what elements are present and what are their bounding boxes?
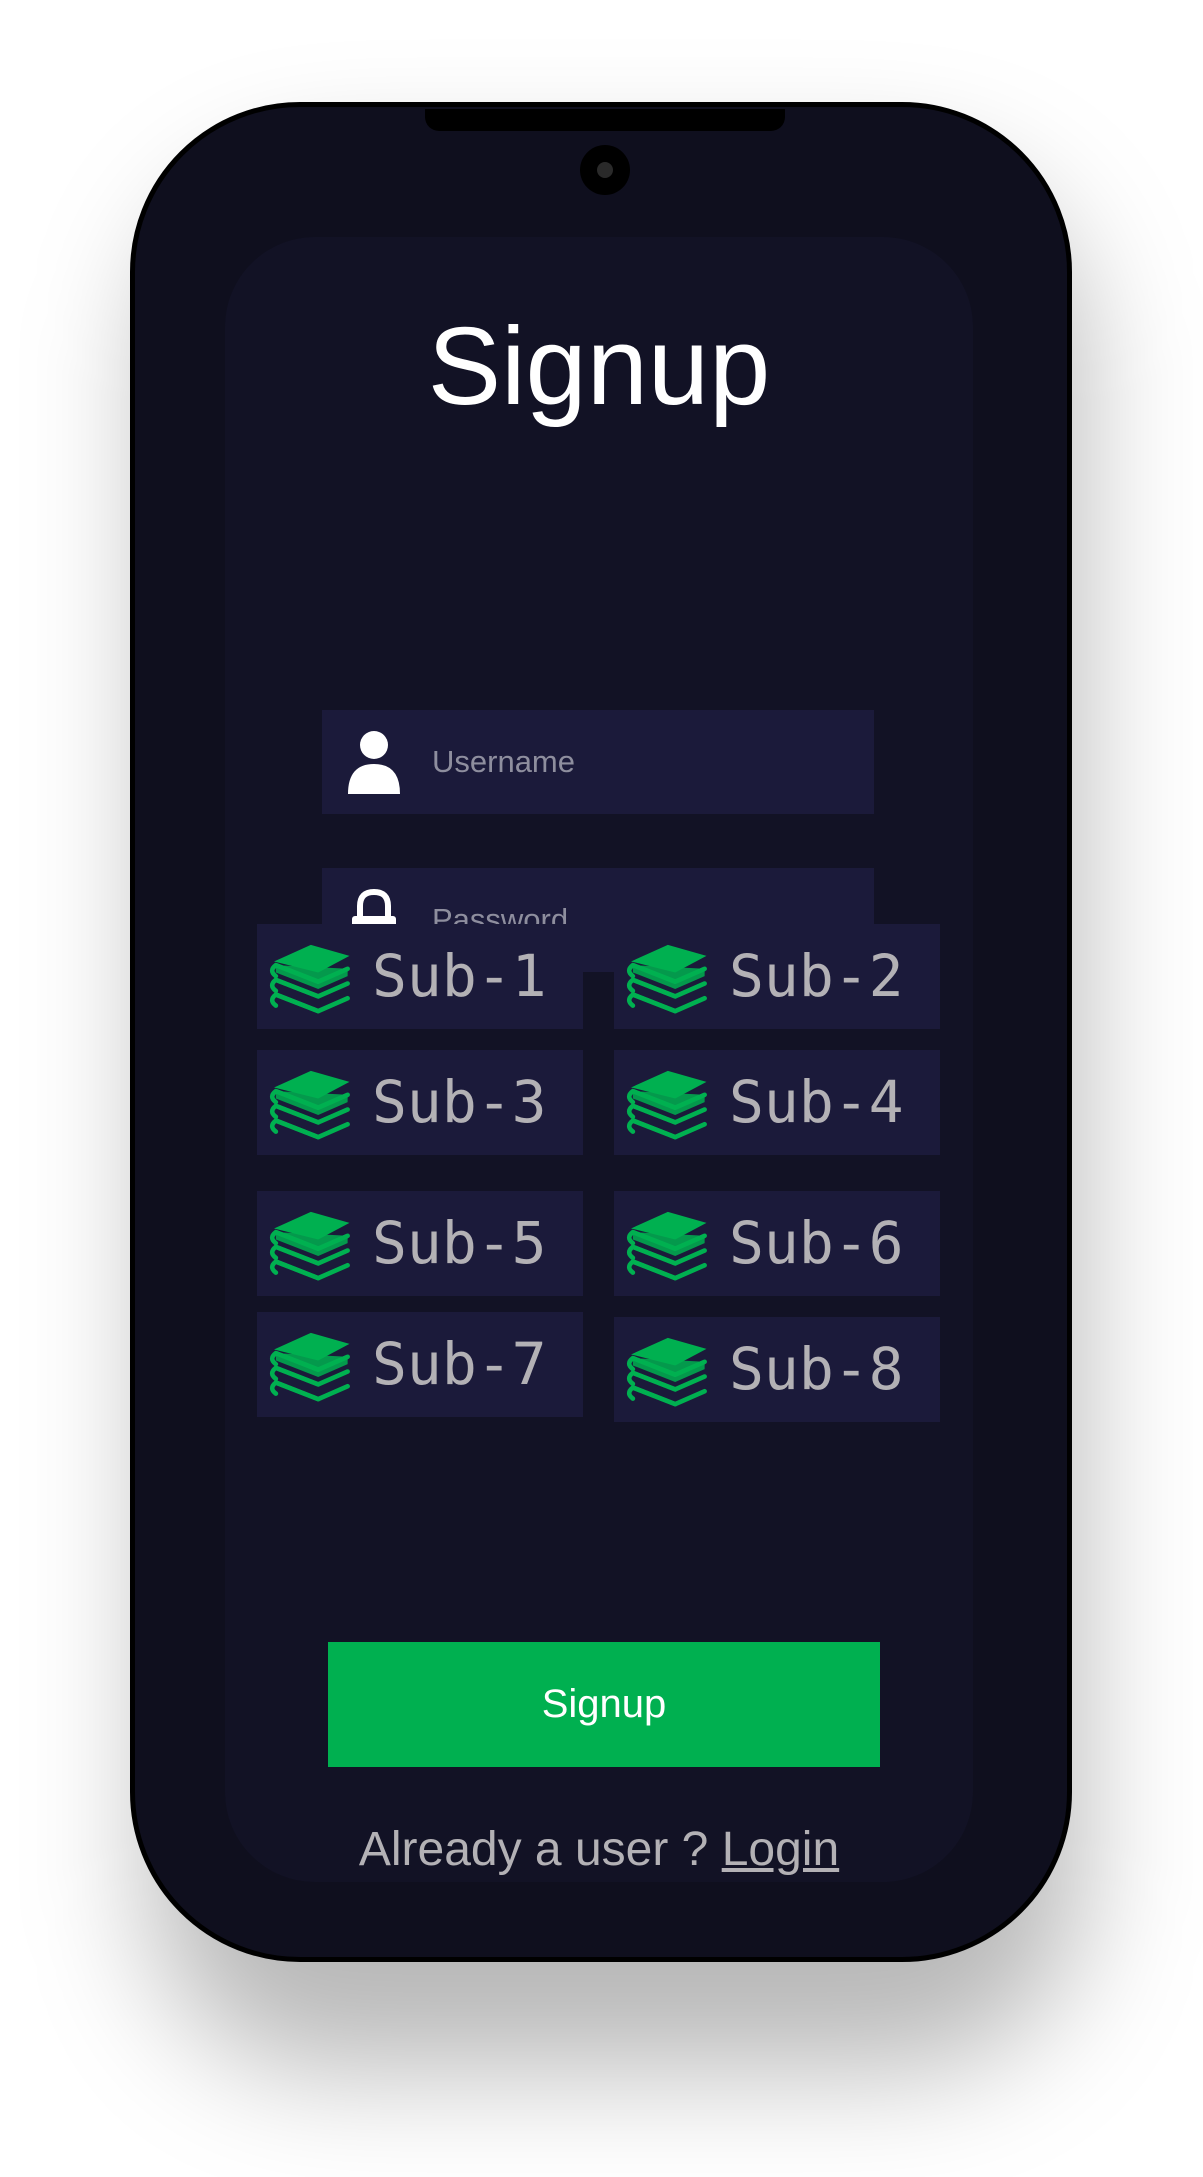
phone-frame: Signup Sub-1 Sub-2 xyxy=(130,102,1072,1962)
books-icon xyxy=(263,1320,355,1412)
login-prompt-text: Already a user ? xyxy=(358,1823,709,1876)
phone-notch xyxy=(425,109,785,131)
camera-icon xyxy=(580,145,630,195)
subject-label: Sub-5 xyxy=(372,1209,547,1277)
subject-option-3[interactable]: Sub-3 xyxy=(257,1050,583,1155)
books-icon xyxy=(263,1199,355,1291)
subject-option-1[interactable]: Sub-1 xyxy=(257,924,583,1029)
login-prompt: Already a user ? Login xyxy=(225,1822,973,1877)
subject-option-4[interactable]: Sub-4 xyxy=(614,1050,940,1155)
subject-label: Sub-3 xyxy=(372,1068,547,1136)
subject-label: Sub-4 xyxy=(729,1068,904,1136)
subject-label: Sub-2 xyxy=(729,942,904,1010)
subject-label: Sub-1 xyxy=(372,942,547,1010)
books-icon xyxy=(620,932,712,1024)
subject-label: Sub-6 xyxy=(729,1209,904,1277)
books-icon xyxy=(620,1325,712,1417)
books-icon xyxy=(620,1058,712,1150)
subject-label: Sub-8 xyxy=(729,1335,904,1403)
user-icon xyxy=(348,731,400,794)
username-input[interactable] xyxy=(432,710,832,814)
subject-option-7[interactable]: Sub-7 xyxy=(257,1312,583,1417)
subject-label: Sub-7 xyxy=(372,1330,547,1398)
username-field[interactable] xyxy=(322,710,874,814)
subject-option-6[interactable]: Sub-6 xyxy=(614,1191,940,1296)
books-icon xyxy=(263,932,355,1024)
signup-button[interactable]: Signup xyxy=(328,1642,880,1767)
subject-option-2[interactable]: Sub-2 xyxy=(614,924,940,1029)
books-icon xyxy=(263,1058,355,1150)
subject-option-5[interactable]: Sub-5 xyxy=(257,1191,583,1296)
login-link[interactable]: Login xyxy=(722,1823,839,1876)
page-title: Signup xyxy=(427,305,771,428)
books-icon xyxy=(620,1199,712,1291)
subject-option-8[interactable]: Sub-8 xyxy=(614,1317,940,1422)
signup-card: Signup Sub-1 Sub-2 xyxy=(225,237,973,1882)
